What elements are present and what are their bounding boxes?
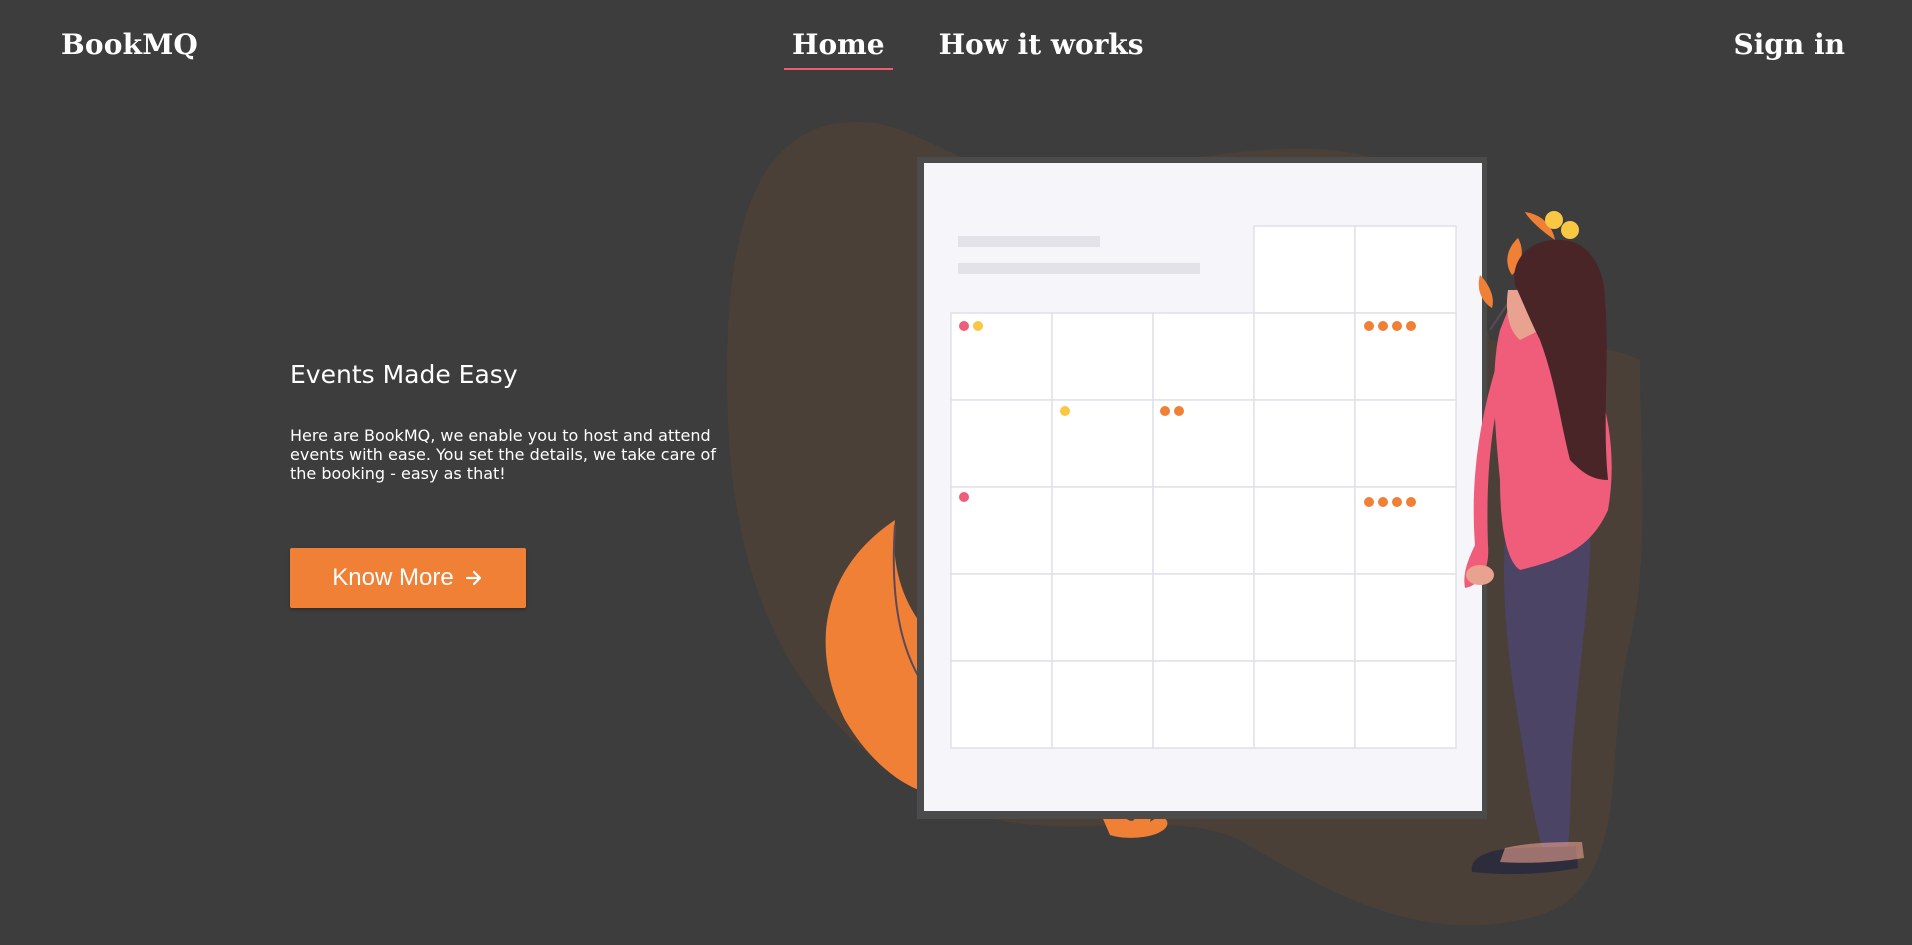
calendar-cell (1253, 225, 1356, 314)
calendar-cell (1354, 225, 1457, 314)
calendar-grid (950, 312, 1457, 749)
calendar-illustration (727, 121, 1643, 926)
placeholder-line (958, 236, 1100, 247)
placeholder-line (958, 263, 1200, 274)
